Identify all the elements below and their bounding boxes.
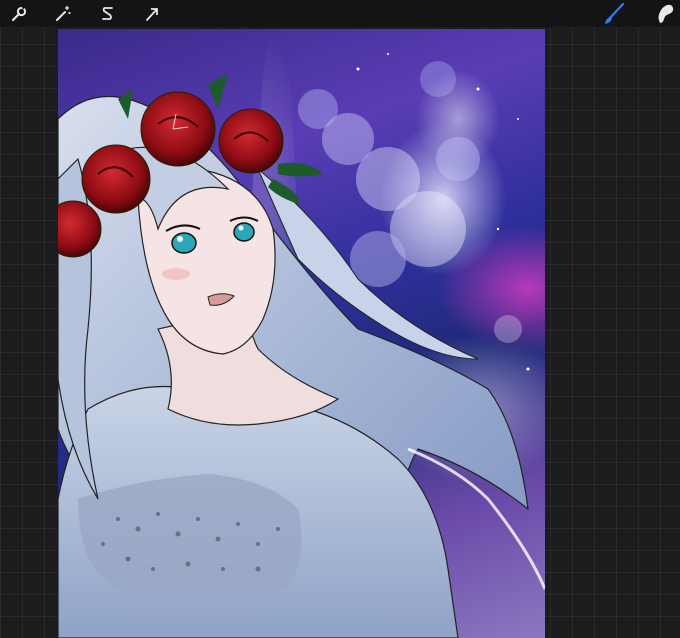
brush-button[interactable]: [601, 1, 627, 27]
top-toolbar: [0, 0, 680, 27]
selection-button[interactable]: [95, 1, 121, 27]
sequin-bodice: [78, 474, 302, 594]
wrench-icon: [11, 5, 27, 22]
transform-button[interactable]: [139, 1, 165, 27]
illustration-artwork: [58, 29, 545, 638]
actions-button[interactable]: [6, 1, 32, 27]
arrow-cursor-icon: [146, 8, 158, 21]
right-eye: [233, 222, 255, 242]
smudge-icon: [658, 4, 674, 24]
selection-icon: [102, 7, 113, 20]
brush-icon: [605, 3, 625, 24]
left-eye: [171, 232, 197, 254]
drawing-canvas[interactable]: [58, 29, 545, 638]
magic-wand-icon: [56, 6, 71, 21]
smudge-button[interactable]: [652, 1, 678, 27]
adjustments-button[interactable]: [50, 1, 76, 27]
